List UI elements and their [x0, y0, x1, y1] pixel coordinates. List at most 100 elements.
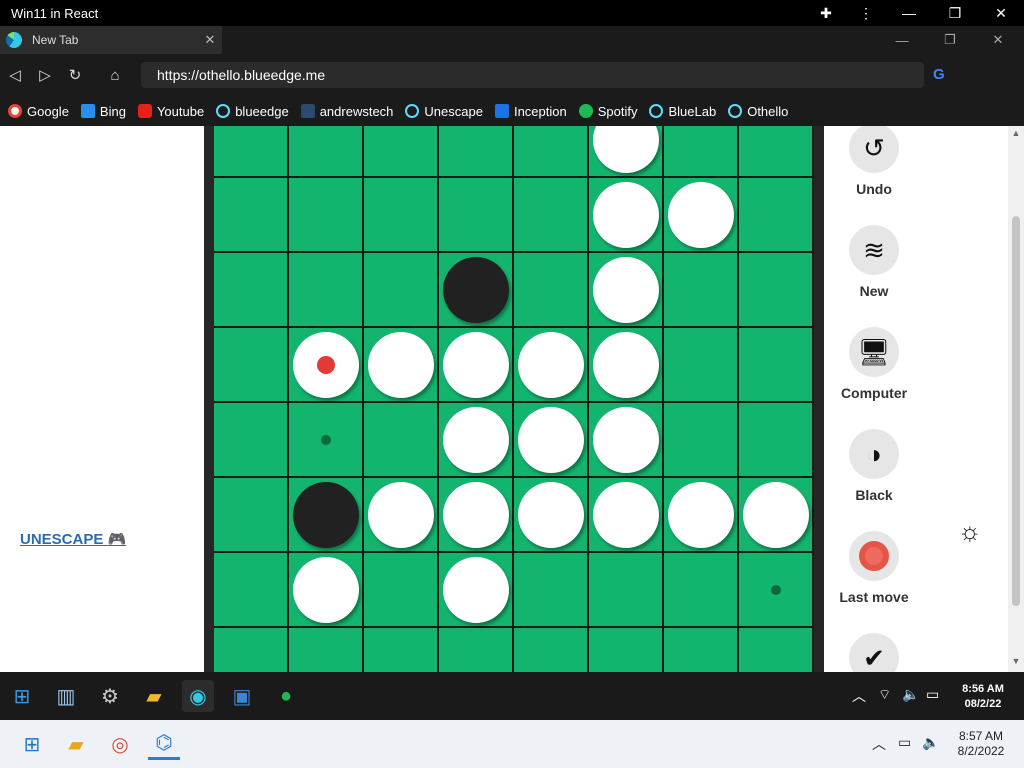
browser-minimize-button[interactable]: — [878, 26, 926, 54]
board-cell[interactable] [514, 178, 589, 253]
othello-board[interactable] [214, 126, 814, 672]
bookmark-unescape[interactable]: Unescape [405, 104, 483, 119]
browser-close-button[interactable]: ✕ [974, 26, 1022, 54]
windows-start-icon[interactable]: ⊞ [16, 728, 48, 760]
file-explorer-icon[interactable]: ▰ [60, 728, 92, 760]
maximize-button[interactable]: ❐ [932, 0, 978, 26]
player-color-button[interactable]: ◑ Black [848, 429, 900, 503]
tray-expand-icon[interactable]: ︿ [852, 686, 866, 706]
board-cell[interactable] [739, 628, 814, 672]
unescape-link[interactable]: UNESCAPE 🎮 [20, 530, 126, 548]
inner-clock[interactable]: 8:56 AM 08/2/22 [946, 682, 1020, 712]
volume-icon[interactable]: 🔈 [902, 686, 919, 703]
react-app-icon[interactable]: ⌬ [148, 728, 180, 760]
bookmark-bing[interactable]: Bing [80, 104, 126, 119]
widgets-icon[interactable]: ▥ [50, 680, 82, 712]
close-button[interactable]: ✕ [978, 0, 1024, 26]
board-cell[interactable] [589, 553, 664, 628]
browser-restore-button[interactable]: ❐ [926, 26, 974, 54]
settings-icon[interactable]: ⚙ [94, 680, 126, 712]
board-cell[interactable] [664, 628, 739, 672]
board-cell[interactable] [664, 253, 739, 328]
board-cell[interactable] [514, 253, 589, 328]
more-options-icon[interactable]: ⋮ [846, 0, 886, 26]
last-move-button[interactable]: Last move [839, 531, 909, 605]
back-icon[interactable]: ◁ [0, 60, 30, 90]
battery-icon[interactable]: ▭ [926, 686, 939, 703]
board-cell[interactable] [739, 328, 814, 403]
board-cell[interactable] [214, 328, 289, 403]
spotify-app-icon[interactable]: ● [270, 680, 302, 712]
bookmark-youtube[interactable]: Youtube [137, 104, 204, 119]
board-cell[interactable] [214, 253, 289, 328]
board-cell[interactable] [664, 328, 739, 403]
edge-browser-icon[interactable]: ◉ [182, 680, 214, 712]
address-bar[interactable]: https://othello.blueedge.me [141, 62, 924, 88]
scroll-up-icon[interactable]: ▲ [1008, 128, 1024, 138]
bookmark-inception[interactable]: Inception [494, 104, 567, 119]
board-cell[interactable] [364, 403, 439, 478]
bookmark-othello[interactable]: Othello [728, 104, 788, 119]
new-game-button[interactable]: ≋ New [848, 225, 900, 299]
forward-icon[interactable]: ▷ [30, 60, 60, 90]
file-explorer-icon[interactable]: ▰ [138, 680, 170, 712]
board-cell[interactable] [214, 628, 289, 672]
board-cell[interactable] [439, 178, 514, 253]
board-cell[interactable] [364, 553, 439, 628]
undo-button[interactable]: ↺ Undo [848, 126, 900, 197]
page-scrollbar[interactable]: ▲ ▼ [1008, 126, 1024, 672]
board-cell[interactable] [664, 403, 739, 478]
computer-button[interactable]: 🖥 Computer [841, 327, 907, 401]
board-cell[interactable] [214, 403, 289, 478]
chrome-icon[interactable]: ◎ [104, 728, 136, 760]
valid-move-hint[interactable] [321, 435, 331, 445]
bookmark-andrewstech[interactable]: andrewstech [300, 104, 393, 119]
board-cell[interactable] [514, 628, 589, 672]
system-clock[interactable]: 8:57 AM 8/2/2022 [946, 729, 1016, 759]
wifi-icon[interactable]: ⌔ [878, 686, 891, 704]
board-cell[interactable] [364, 628, 439, 672]
scroll-down-icon[interactable]: ▼ [1008, 656, 1024, 666]
tray-expand-icon[interactable]: ︿ [872, 734, 886, 754]
google-search-icon[interactable]: G [933, 66, 951, 84]
bookmark-google[interactable]: Google [8, 104, 69, 119]
network-icon[interactable]: ▭ [898, 734, 911, 751]
board-cell[interactable] [289, 253, 364, 328]
minimize-button[interactable]: — [886, 0, 932, 26]
board-cell[interactable] [364, 253, 439, 328]
board-cell[interactable] [439, 126, 514, 178]
board-cell[interactable] [214, 178, 289, 253]
board-cell[interactable] [514, 126, 589, 178]
board-cell[interactable] [364, 126, 439, 178]
bookmark-spotify[interactable]: Spotify [578, 104, 637, 119]
speaker-icon[interactable]: 🔈 [922, 734, 939, 751]
board-cell[interactable] [289, 126, 364, 178]
reload-icon[interactable]: ↻ [60, 60, 90, 90]
board-cell[interactable] [439, 628, 514, 672]
board-cell[interactable] [664, 126, 739, 178]
windows-start-icon[interactable]: ⊞ [6, 680, 38, 712]
home-icon[interactable]: ⌂ [100, 60, 130, 90]
extensions-icon[interactable]: ✚ [806, 0, 846, 26]
tab-new-tab[interactable]: New Tab ✕ [0, 26, 222, 54]
valid-move-hint[interactable] [771, 585, 781, 595]
board-cell[interactable] [514, 553, 589, 628]
board-cell[interactable] [214, 126, 289, 178]
board-cell[interactable] [739, 403, 814, 478]
board-cell[interactable] [289, 178, 364, 253]
theme-toggle-sun-icon[interactable]: ☼ [958, 516, 982, 547]
close-tab-icon[interactable]: ✕ [198, 32, 222, 48]
board-cell[interactable] [214, 478, 289, 553]
board-cell[interactable] [664, 553, 739, 628]
board-cell[interactable] [289, 628, 364, 672]
store-icon[interactable]: ▣ [226, 680, 258, 712]
board-cell[interactable] [214, 553, 289, 628]
confirm-button[interactable]: ✔ [848, 633, 900, 672]
board-cell[interactable] [364, 178, 439, 253]
bookmark-blueedge[interactable]: blueedge [216, 104, 289, 119]
bookmark-bluelab[interactable]: BlueLab [649, 104, 716, 119]
board-cell[interactable] [739, 178, 814, 253]
board-cell[interactable] [589, 628, 664, 672]
scroll-thumb[interactable] [1012, 216, 1020, 606]
board-cell[interactable] [739, 126, 814, 178]
